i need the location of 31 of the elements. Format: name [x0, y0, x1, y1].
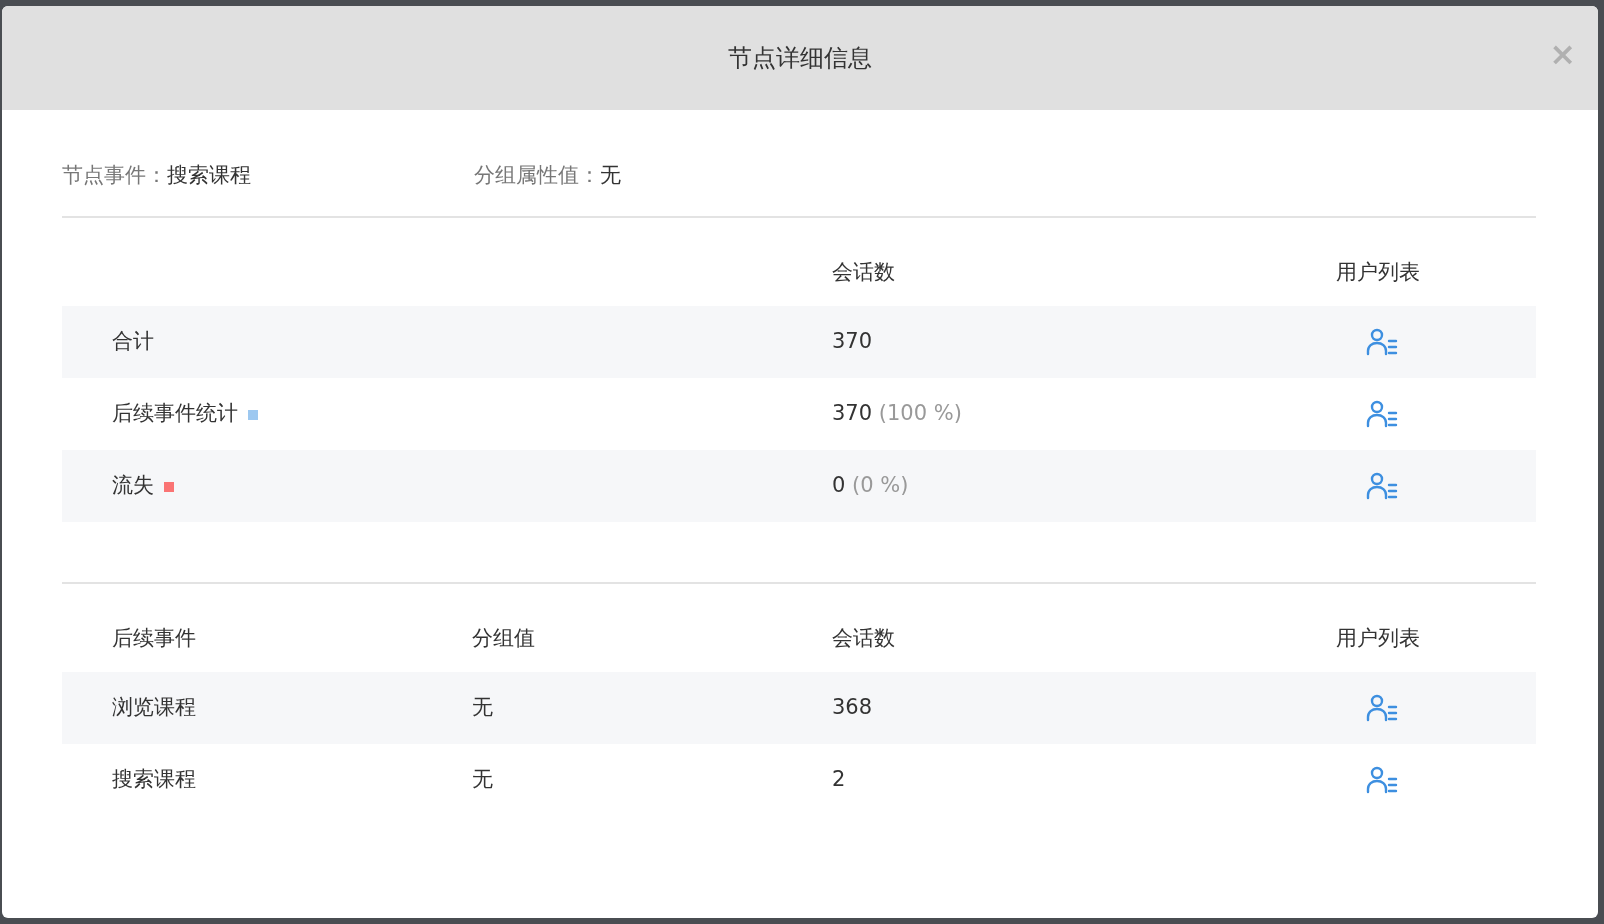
column-header: 分组值 — [472, 624, 536, 652]
column-header: 后续事件 — [112, 624, 197, 652]
user-list-icon[interactable] — [1366, 765, 1398, 794]
row-label: 合计 — [112, 328, 154, 353]
percentage: (100 %) — [878, 400, 962, 425]
column-header: 会话数 — [832, 624, 896, 652]
field-value: 搜索课程 — [167, 163, 251, 187]
field-label: 节点事件： — [62, 163, 167, 187]
column-header: 会话数 — [832, 258, 896, 286]
session-count: 0 — [832, 472, 846, 497]
close-button[interactable]: × — [1549, 38, 1576, 70]
table-cell-text: 无 — [472, 765, 494, 793]
user-list-icon[interactable] — [1366, 327, 1398, 356]
column-header: 用户列表 — [1336, 624, 1421, 652]
row-label: 后续事件统计 — [112, 400, 238, 425]
table-cell-text: 浏览课程 — [112, 693, 197, 721]
percentage: (0 %) — [852, 472, 909, 497]
field-label: 分组属性值： — [474, 163, 600, 187]
field-value: 无 — [600, 163, 621, 187]
table-cell-text: 搜索课程 — [112, 765, 197, 793]
table-cell-text: 无 — [472, 693, 494, 721]
session-count: 370 — [832, 400, 873, 425]
user-list-icon[interactable] — [1366, 471, 1398, 500]
table-cell-text: 2 — [832, 765, 847, 793]
user-list-icon[interactable] — [1366, 399, 1398, 428]
user-list-icon[interactable] — [1366, 693, 1398, 722]
dialog-title: 节点详细信息 — [728, 43, 872, 74]
table-cell-text: 368 — [832, 693, 874, 721]
row-label: 流失 — [112, 472, 154, 497]
column-header: 用户列表 — [1336, 258, 1421, 286]
session-count: 370 — [832, 328, 873, 353]
